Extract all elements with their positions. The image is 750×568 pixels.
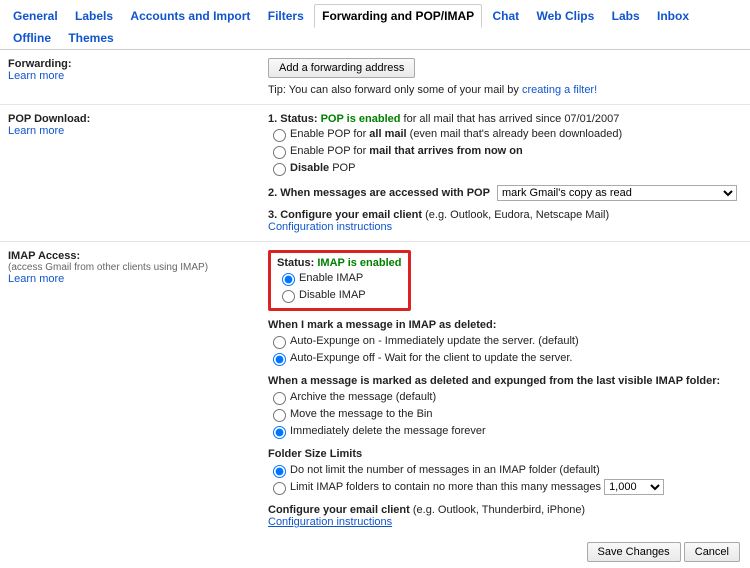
imap-archive-radio[interactable] (273, 392, 286, 405)
tab-webclips[interactable]: Web Clips (530, 5, 602, 27)
imap-enable-label: Enable IMAP (299, 272, 363, 284)
imap-enable-radio[interactable] (282, 273, 295, 286)
pop-enable-all-pre: Enable POP for (290, 128, 369, 140)
pop-status-tail: for all mail that has arrived since 07/0… (400, 113, 619, 125)
imap-folder-limits-title: Folder Size Limits (268, 448, 742, 460)
imap-limit-label: Limit IMAP folders to contain no more th… (290, 481, 604, 493)
pop-disable-tail: POP (329, 162, 355, 174)
imap-configure-label: Configure your email client (268, 504, 410, 516)
imap-move-bin-label: Move the message to the Bin (290, 408, 432, 420)
imap-learn-more-link[interactable]: Learn more (8, 273, 64, 285)
tab-inbox[interactable]: Inbox (650, 5, 696, 27)
imap-mark-deleted-title: When I mark a message in IMAP as deleted… (268, 319, 742, 331)
pop-enable-now-pre: Enable POP for (290, 145, 369, 157)
pop-configure-label: 3. Configure your email client (268, 209, 422, 221)
tab-filters[interactable]: Filters (261, 5, 311, 27)
pop-enable-all-tail: (even mail that's already been downloade… (407, 128, 623, 140)
imap-status-value: IMAP is enabled (317, 257, 401, 269)
pop-enable-all-radio[interactable] (273, 129, 286, 142)
pop-config-instructions-link[interactable]: Configuration instructions (268, 221, 392, 233)
tab-general[interactable]: General (6, 5, 65, 27)
imap-nolimit-radio[interactable] (273, 465, 286, 478)
pop-access-label: 2. When messages are accessed with POP (268, 187, 490, 199)
imap-expunged-title: When a message is marked as deleted and … (268, 375, 742, 387)
forwarding-learn-more-link[interactable]: Learn more (8, 70, 64, 82)
pop-status-value: POP is enabled (321, 113, 401, 125)
imap-subtitle: (access Gmail from other clients using I… (8, 262, 268, 273)
settings-tabs: General Labels Accounts and Import Filte… (0, 0, 750, 50)
forwarding-tip-text: Tip: You can also forward only some of y… (268, 84, 522, 96)
imap-title: IMAP Access: (8, 250, 268, 262)
pop-title: POP Download: (8, 113, 268, 125)
tab-themes[interactable]: Themes (61, 27, 120, 49)
pop-enable-now-bold: mail that arrives from now on (369, 145, 522, 157)
pop-download-section: POP Download: Learn more 1. Status: POP … (0, 105, 750, 242)
tab-forwarding-pop-imap[interactable]: Forwarding and POP/IMAP (314, 4, 482, 28)
forwarding-tip: Tip: You can also forward only some of y… (268, 84, 742, 96)
tab-offline[interactable]: Offline (6, 27, 58, 49)
cancel-button[interactable]: Cancel (684, 542, 740, 562)
imap-limit-select[interactable]: 1,000 (604, 479, 664, 495)
imap-delete-forever-radio[interactable] (273, 426, 286, 439)
imap-configure-tail: (e.g. Outlook, Thunderbird, iPhone) (410, 504, 585, 516)
imap-access-section: IMAP Access: (access Gmail from other cl… (0, 242, 750, 536)
add-forwarding-address-button[interactable]: Add a forwarding address (268, 58, 415, 78)
pop-enable-all-bold: all mail (369, 128, 406, 140)
pop-disable-pre: Disable (290, 162, 329, 174)
imap-disable-radio[interactable] (282, 290, 295, 303)
imap-disable-label: Disable IMAP (299, 289, 366, 301)
pop-configure-tail: (e.g. Outlook, Eudora, Netscape Mail) (422, 209, 609, 221)
save-changes-button[interactable]: Save Changes (587, 542, 681, 562)
imap-expunge-off-radio[interactable] (273, 353, 286, 366)
pop-disable-radio[interactable] (273, 163, 286, 176)
imap-archive-label: Archive the message (default) (290, 391, 436, 403)
footer-buttons: Save Changes Cancel (0, 536, 750, 568)
pop-enable-now-radio[interactable] (273, 146, 286, 159)
forwarding-section: Forwarding: Learn more Add a forwarding … (0, 50, 750, 105)
pop-status-label: 1. Status: (268, 113, 318, 125)
tab-labels[interactable]: Labels (68, 5, 120, 27)
create-filter-link[interactable]: creating a filter! (522, 84, 597, 96)
pop-access-select[interactable]: mark Gmail's copy as read (497, 185, 737, 201)
imap-expunge-off-label: Auto-Expunge off - Wait for the client t… (290, 352, 573, 364)
imap-nolimit-label: Do not limit the number of messages in a… (290, 464, 600, 476)
tab-accounts[interactable]: Accounts and Import (123, 5, 257, 27)
imap-status-label: Status: (277, 257, 314, 269)
tab-chat[interactable]: Chat (485, 5, 526, 27)
imap-move-bin-radio[interactable] (273, 409, 286, 422)
pop-learn-more-link[interactable]: Learn more (8, 125, 64, 137)
imap-status-highlight: Status: IMAP is enabled Enable IMAP Disa… (268, 250, 411, 311)
imap-delete-forever-label: Immediately delete the message forever (290, 425, 486, 437)
imap-expunge-on-radio[interactable] (273, 336, 286, 349)
imap-limit-radio[interactable] (273, 482, 286, 495)
forwarding-title: Forwarding: (8, 58, 268, 70)
tab-labs[interactable]: Labs (605, 5, 647, 27)
imap-config-instructions-link[interactable]: Configuration instructions (268, 516, 392, 528)
imap-expunge-on-label: Auto-Expunge on - Immediately update the… (290, 335, 579, 347)
